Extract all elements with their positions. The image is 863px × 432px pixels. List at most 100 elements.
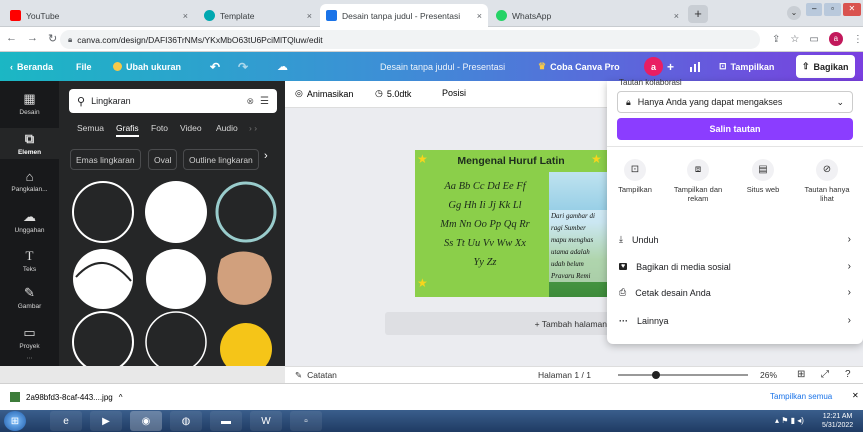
app-icon[interactable]: ▫ bbox=[290, 411, 322, 431]
file-menu[interactable]: File bbox=[76, 52, 92, 81]
firefox-icon[interactable]: ◍ bbox=[170, 411, 202, 431]
clock[interactable]: 12:21 AM 5/31/2022 bbox=[822, 412, 853, 430]
chip-oval[interactable]: Oval bbox=[148, 149, 178, 170]
tab-search-icon[interactable]: ⌄ bbox=[787, 6, 801, 20]
close-icon[interactable]: × bbox=[307, 11, 312, 21]
position-button[interactable]: Posisi bbox=[442, 88, 466, 98]
filter-icon[interactable]: ☰ bbox=[260, 96, 269, 107]
back-icon[interactable]: ← bbox=[6, 32, 17, 45]
close-icon[interactable]: × bbox=[477, 11, 482, 21]
graphic-rough-circle[interactable] bbox=[146, 249, 206, 309]
animate-button[interactable]: ◎ Animasikan bbox=[295, 88, 353, 99]
url-field[interactable]: 🔒︎ canva.com/design/DAFI36TrNMs/YKxMbO63… bbox=[60, 30, 760, 49]
start-button[interactable]: ⊞ bbox=[4, 411, 26, 431]
graphic-thin-ring[interactable] bbox=[72, 181, 134, 243]
tab-video[interactable]: Video bbox=[180, 123, 202, 133]
rail-item-pangkalan[interactable]: ⌂ Pangkalan... bbox=[0, 169, 59, 193]
row-more[interactable]: ··· Lainnya › bbox=[619, 315, 851, 326]
tab-semua[interactable]: Semua bbox=[77, 123, 104, 133]
rail-item-elemen[interactable]: ⧉ Elemen bbox=[0, 128, 59, 159]
option-website[interactable]: ▤ Situs web bbox=[741, 159, 785, 194]
tab-audio[interactable]: Audio bbox=[216, 123, 238, 133]
profile-avatar[interactable]: a bbox=[828, 32, 843, 46]
add-icon[interactable]: + bbox=[667, 52, 674, 81]
alphabet-text[interactable]: Aa Bb Cc Dd Ee Ff Gg Hh Ii Jj Kk Ll Mm N… bbox=[421, 177, 549, 272]
close-icon[interactable]: × bbox=[674, 11, 679, 21]
slide-title[interactable]: Mengenal Huruf Latin bbox=[415, 150, 607, 172]
chip-emas-lingkaran[interactable]: Emas lingkaran bbox=[70, 149, 141, 170]
rail-item-unggahan[interactable]: ☁︎ Unggahan bbox=[0, 209, 59, 234]
show-all-downloads[interactable]: Tampilkan semua bbox=[770, 392, 832, 401]
fullscreen-icon[interactable]: ⤢ bbox=[821, 369, 829, 380]
download-item[interactable]: 2a98bfd3-8caf-443....jpg ^ bbox=[10, 392, 123, 402]
tabs-scroll-icon[interactable]: › › bbox=[249, 123, 257, 133]
share-page-icon[interactable]: ⇪ bbox=[772, 34, 780, 45]
chevron-right-icon[interactable]: › bbox=[264, 150, 268, 162]
row-social[interactable]: ♥ Bagikan di media sosial › bbox=[619, 261, 851, 272]
graphic-outline-circle-1[interactable] bbox=[72, 311, 134, 366]
user-avatar[interactable]: a bbox=[644, 57, 663, 76]
home-button[interactable]: ‹ Beranda bbox=[10, 52, 53, 81]
close-icon[interactable]: ✕ bbox=[852, 391, 859, 400]
tab-foto[interactable]: Foto bbox=[151, 123, 168, 133]
close-icon[interactable]: × bbox=[183, 11, 188, 21]
tab-presentasi[interactable]: Desain tanpa judul - Presentasi × bbox=[320, 4, 488, 27]
try-pro-button[interactable]: ♛ Coba Canva Pro bbox=[538, 52, 620, 81]
folder-icon[interactable]: ▬ bbox=[210, 411, 242, 431]
new-tab-button[interactable]: + bbox=[688, 5, 708, 23]
insights-icon[interactable] bbox=[689, 52, 701, 81]
tray-icons[interactable]: ▴ ⚑ ▮ ◂) bbox=[775, 416, 804, 425]
chrome-icon[interactable]: ◉ bbox=[130, 411, 162, 431]
copy-link-button[interactable]: Salin tautan bbox=[617, 118, 853, 140]
rail-item-teks[interactable]: T Teks bbox=[0, 248, 59, 273]
tab-whatsapp[interactable]: WhatsApp × bbox=[490, 4, 685, 27]
undo-icon[interactable]: ↶ bbox=[210, 52, 220, 81]
chip-outline-lingkaran[interactable]: Outline lingkaran bbox=[183, 149, 259, 170]
row-print[interactable]: ⎙ Cetak desain Anda › bbox=[619, 287, 851, 298]
notes-button[interactable]: ✎ Catatan bbox=[295, 370, 337, 381]
page-indicator[interactable]: Halaman 1 / 1 bbox=[538, 370, 591, 380]
zoom-level[interactable]: 26% bbox=[760, 370, 777, 380]
graphic-outline-circle-2[interactable] bbox=[145, 311, 207, 366]
rail-item-proyek[interactable]: ▭ Proyek bbox=[0, 325, 59, 350]
ie-icon[interactable]: e bbox=[50, 411, 82, 431]
slide-canvas[interactable]: Mengenal Huruf Latin ★ ★ Aa Bb Cc Dd Ee … bbox=[415, 150, 607, 297]
clear-icon[interactable]: ⊗ bbox=[246, 96, 254, 107]
reload-icon[interactable]: ↻ bbox=[48, 32, 57, 45]
row-download[interactable]: ⤓ Unduh › bbox=[619, 234, 851, 245]
graphic-teal-ring[interactable] bbox=[215, 181, 277, 243]
access-select[interactable]: 🔒︎ Hanya Anda yang dapat mengakses ⌄ bbox=[617, 91, 853, 113]
minimize-icon[interactable]: – bbox=[806, 3, 823, 16]
duration-button[interactable]: ◷ 5.0dtk bbox=[375, 88, 411, 99]
grid-view-icon[interactable]: ⊞ bbox=[797, 369, 805, 380]
redo-icon[interactable]: ↷ bbox=[238, 52, 248, 81]
sidebar-icon[interactable]: ▭ bbox=[809, 34, 818, 45]
graphic-yellow-flower[interactable] bbox=[220, 323, 272, 366]
option-view-link[interactable]: ⊘ Tautan hanya lihat bbox=[797, 159, 857, 203]
search-input[interactable]: ⚲ Lingkaran ⊗ ☰ bbox=[69, 89, 277, 113]
menu-icon[interactable]: ⋮ bbox=[853, 34, 863, 45]
close-window-icon[interactable]: ✕ bbox=[842, 3, 861, 16]
resize-button[interactable]: Ubah ukuran bbox=[113, 52, 181, 81]
graphic-white-circle[interactable] bbox=[145, 181, 207, 243]
landscape-image[interactable]: Dari gambar di ragi Sumber mapu menghas … bbox=[549, 172, 607, 297]
help-icon[interactable]: ? bbox=[845, 369, 851, 380]
share-button[interactable]: ⇧ Bagikan bbox=[796, 55, 855, 78]
rail-more-icon[interactable]: ⋯ bbox=[0, 354, 59, 362]
graphic-brush-circle[interactable] bbox=[73, 249, 133, 309]
tab-youtube[interactable]: YouTube × bbox=[4, 4, 194, 27]
rail-item-desain[interactable]: ▦ Desain bbox=[0, 91, 59, 116]
maximize-icon[interactable]: ▫ bbox=[824, 3, 841, 16]
tab-template[interactable]: Template × bbox=[198, 4, 318, 27]
graphic-blob-shape[interactable] bbox=[217, 251, 272, 305]
tab-grafis[interactable]: Grafis bbox=[116, 123, 139, 137]
media-player-icon[interactable]: ▶ bbox=[90, 411, 122, 431]
forward-icon[interactable]: → bbox=[27, 32, 38, 45]
present-button[interactable]: ⊡ Tampilkan bbox=[719, 52, 774, 81]
option-present[interactable]: ⊡ Tampilkan bbox=[613, 159, 657, 194]
bookmark-icon[interactable]: ☆ bbox=[790, 34, 799, 45]
add-page-button[interactable]: + Tambah halaman bbox=[385, 312, 615, 335]
zoom-slider-knob[interactable] bbox=[652, 371, 660, 379]
word-icon[interactable]: W bbox=[250, 411, 282, 431]
document-title[interactable]: Desain tanpa judul - Presentasi bbox=[380, 52, 505, 81]
